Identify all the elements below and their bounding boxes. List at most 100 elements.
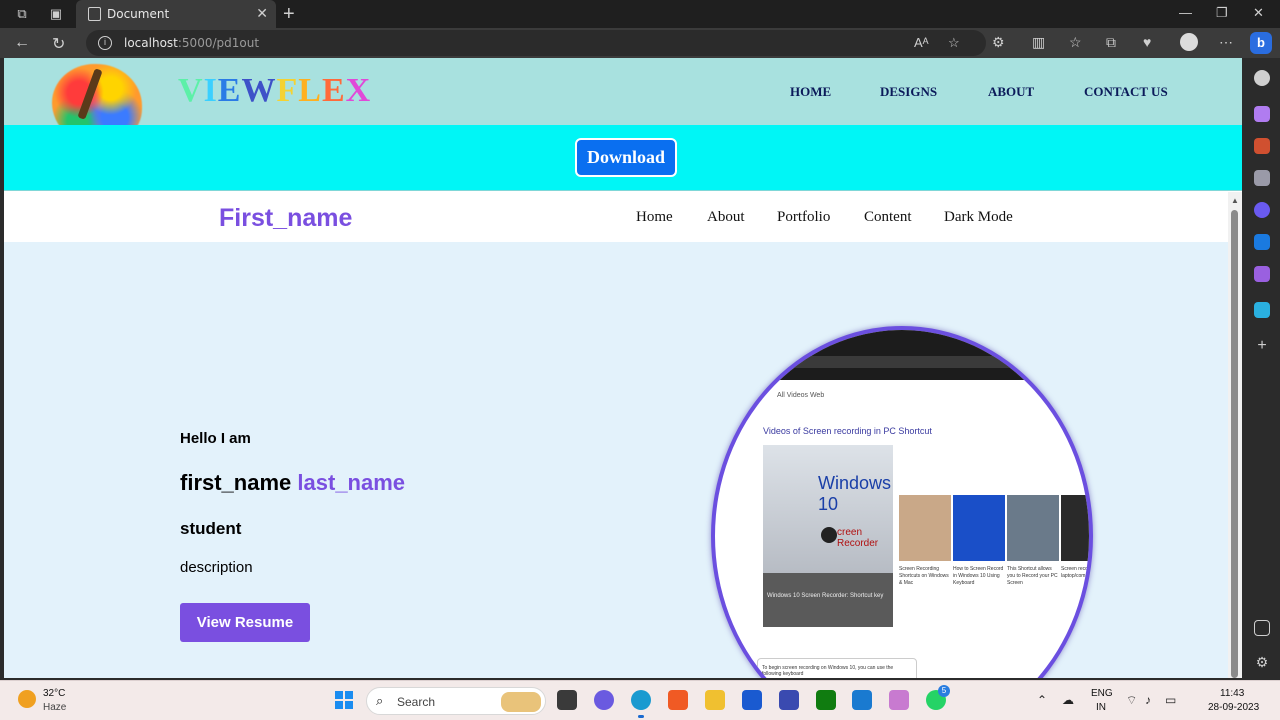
sidebar-search-icon[interactable] (1254, 70, 1270, 86)
notification-badge: 5 (938, 685, 950, 697)
address-toolbar: ← ↻ i localhost:5000/pd1out Aᴬ ☆ (0, 28, 1280, 58)
task-view-icon[interactable] (557, 690, 577, 710)
browser-essentials-icon[interactable]: ♥ (1143, 34, 1151, 50)
download-button[interactable]: Download (575, 138, 677, 177)
screenshot-breadcrumb: All Videos Web (777, 392, 825, 399)
extensions-icon[interactable]: ⚙ (992, 34, 1005, 51)
portfolio-nav-portfolio[interactable]: Portfolio (777, 209, 830, 226)
thumbnail-title: Windows 10 (818, 473, 892, 514)
store-icon[interactable] (742, 690, 762, 710)
small-caption: Screen record laptop/com (1061, 566, 1093, 579)
play-icon (821, 527, 837, 543)
new-tab-icon[interactable]: + (283, 3, 295, 26)
scroll-up-icon[interactable]: ▲ (1231, 196, 1239, 205)
weather-condition[interactable]: Haze (43, 702, 66, 713)
sidebar-outlook-icon[interactable] (1254, 234, 1270, 250)
split-screen-icon[interactable]: ▥ (1032, 34, 1045, 51)
wifi-icon[interactable]: ⌔ (1126, 693, 1137, 708)
minimize-icon[interactable]: — (1179, 5, 1192, 20)
collections-icon[interactable]: ⧉ (1106, 34, 1116, 51)
hero-role: student (180, 519, 242, 538)
small-caption: Screen Recording Shortcuts on Windows & … (899, 566, 949, 586)
volume-icon[interactable]: ♪ (1145, 693, 1151, 707)
weather-temp[interactable]: 32°C (43, 688, 65, 699)
active-app-indicator (638, 715, 644, 718)
profile-avatar[interactable] (1180, 33, 1198, 51)
sidebar-drop-icon[interactable] (1254, 302, 1270, 318)
brand-letter: W (241, 72, 277, 109)
portfolio-nav-dark-mode[interactable]: Dark Mode (944, 209, 1013, 226)
browser-tab-document[interactable]: Document ✕ (76, 0, 276, 28)
close-tab-icon[interactable]: ✕ (256, 5, 268, 22)
edge-icon[interactable] (631, 690, 651, 710)
clock-time[interactable]: 11:43 (1220, 688, 1244, 699)
weather-icon[interactable] (18, 690, 36, 708)
brave-icon[interactable] (668, 690, 688, 710)
sidebar-settings-icon[interactable]: ⚙ (1254, 654, 1270, 670)
address-bar[interactable]: i localhost:5000/pd1out Aᴬ ☆ (86, 30, 986, 56)
brand-letter: V (178, 72, 204, 109)
clock-date[interactable]: 28-09-2023 (1208, 702, 1259, 713)
page-icon (88, 7, 101, 21)
site-info-icon[interactable]: i (98, 36, 112, 50)
sidebar-shopping-icon[interactable] (1254, 106, 1270, 122)
brand-letter: F (276, 72, 299, 109)
url-text[interactable]: localhost:5000/pd1out (124, 36, 259, 50)
portfolio-nav-content[interactable]: Content (864, 209, 912, 226)
nav-contact-us[interactable]: CONTACT US (1084, 84, 1168, 100)
small-thumbnail (1007, 495, 1059, 561)
viewflex-brand[interactable]: VIEWFLEX (178, 72, 371, 110)
sidebar-add-icon[interactable]: + (1254, 338, 1270, 354)
sidebar-copilot-icon[interactable] (1254, 202, 1270, 218)
small-caption: This Shortcut allows you to Record your … (1007, 566, 1058, 586)
page-viewport: VIEWFLEX HOME DESIGNS ABOUT CONTACT US D… (4, 58, 1242, 678)
language-bottom[interactable]: IN (1096, 702, 1106, 713)
chat-icon[interactable] (594, 690, 614, 710)
portfolio-nav-about[interactable]: About (707, 209, 745, 226)
maximize-icon[interactable]: ❐ (1216, 5, 1228, 21)
taskbar-search[interactable]: ⌕ Search (366, 687, 546, 715)
sidebar-designer-icon[interactable] (1254, 266, 1270, 282)
brand-letter: E (321, 72, 346, 109)
onedrive-icon[interactable]: ☁ (1062, 693, 1074, 707)
language-top[interactable]: ENG (1091, 688, 1113, 699)
view-resume-button[interactable]: View Resume (180, 603, 310, 642)
brand-letter: X (345, 72, 372, 109)
frame-scrollbar-thumb[interactable] (1231, 210, 1238, 678)
portfolio-nav-home[interactable]: Home (636, 209, 673, 226)
viewflex-header: VIEWFLEX HOME DESIGNS ABOUT CONTACT US (4, 58, 1242, 146)
hero-greeting: Hello I am (180, 430, 251, 447)
favorites-icon[interactable]: ☆ (1069, 34, 1082, 51)
close-window-icon[interactable]: ✕ (1253, 5, 1264, 21)
start-icon[interactable] (335, 691, 353, 709)
sidebar-hide-icon[interactable] (1254, 620, 1270, 636)
copilot-icon[interactable]: b (1250, 32, 1272, 54)
read-aloud-icon[interactable]: Aᴬ (914, 35, 929, 50)
screenshot-note: To begin screen recording on Windows 10,… (757, 658, 917, 678)
snipping-tool-icon[interactable] (889, 690, 909, 710)
nav-designs[interactable]: DESIGNS (880, 84, 937, 100)
nav-about[interactable]: ABOUT (988, 84, 1034, 100)
vscode-icon[interactable] (852, 690, 872, 710)
portfolio-brand[interactable]: First_name (219, 204, 352, 233)
favorite-star-icon[interactable]: ☆ (948, 35, 960, 51)
tab-actions-icon[interactable]: ▣ (48, 6, 64, 22)
app-icon[interactable] (779, 690, 799, 710)
workspaces-icon[interactable]: ⧉ (14, 6, 30, 22)
back-icon[interactable]: ← (14, 34, 30, 52)
small-caption: How to Screen Record in Windows 10 Using… (953, 566, 1004, 586)
refresh-icon[interactable]: ↻ (52, 34, 65, 54)
brand-letter: E (217, 72, 242, 109)
show-hidden-icons[interactable]: ⌃ (1037, 693, 1047, 707)
sidebar-games-icon[interactable] (1254, 170, 1270, 186)
file-explorer-icon[interactable] (705, 690, 725, 710)
nav-home[interactable]: HOME (790, 84, 831, 100)
hero-image: All Videos Web Videos of Screen recordin… (711, 326, 1093, 678)
more-menu-icon[interactable]: ⋯ (1219, 34, 1233, 51)
xbox-icon[interactable] (816, 690, 836, 710)
battery-icon[interactable]: ▭ (1165, 693, 1176, 707)
small-thumbnail (899, 495, 951, 561)
sidebar-tools-icon[interactable] (1254, 138, 1270, 154)
hero-description: description (180, 559, 253, 576)
download-band: Download (4, 125, 1242, 191)
